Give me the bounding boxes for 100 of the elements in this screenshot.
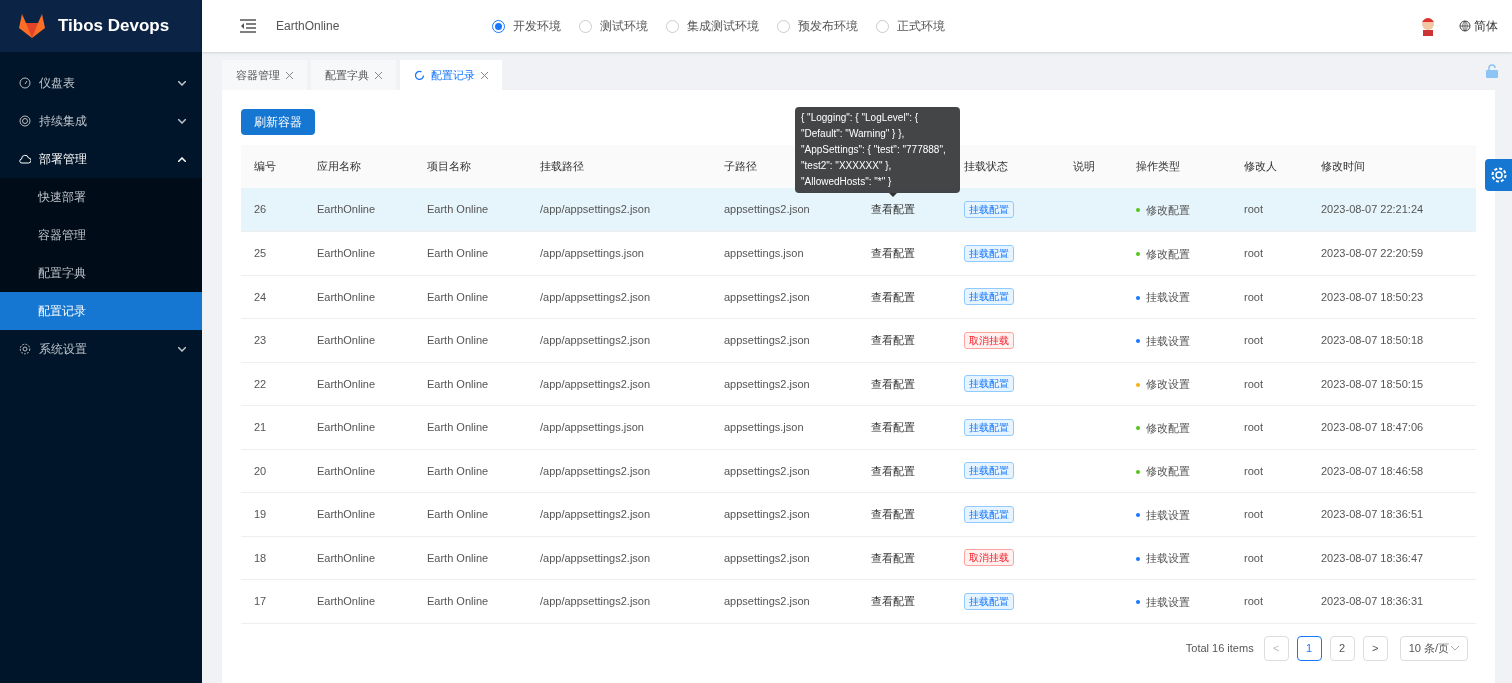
table-cell: root [1244, 247, 1263, 259]
table-cell: 20 [254, 464, 267, 477]
column-header: 子路径 [724, 160, 757, 173]
table-row[interactable]: 25 EarthOnline Earth Online /app/appsettings.json appsettings.json 查看配置 挂载配置 修改配置 root 2023-08-07 22:20:59 [241, 231, 1476, 275]
page-tab[interactable]: 配置记录 [400, 60, 502, 90]
environment-radio[interactable]: 开发环境 [492, 17, 561, 35]
table-cell: 2023-08-07 18:36:51 [1321, 508, 1424, 520]
column-header: 应用名称 [317, 160, 361, 173]
table-cell: 2023-08-07 18:50:23 [1321, 290, 1424, 303]
table-cell: /app/appsettings.json [540, 421, 644, 433]
table-cell: appsettings2.json [724, 290, 810, 303]
operation-type: 修改配置 [1146, 464, 1190, 480]
chevron-down-icon [1451, 645, 1459, 651]
table-cell: Earth Online [427, 247, 489, 259]
status-tag: 挂载配置 [964, 375, 1014, 393]
table-cell: 2023-08-07 22:21:24 [1321, 203, 1424, 216]
sidebar-menu-item[interactable]: 系统设置 [0, 330, 202, 368]
page-button[interactable]: 2 [1329, 635, 1355, 661]
page-button[interactable]: 1 [1296, 635, 1322, 661]
view-config-link[interactable]: 查看配置 [871, 334, 915, 346]
view-config-link[interactable]: 查看配置 [871, 421, 915, 433]
table-cell: appsettings2.json [724, 203, 810, 216]
view-config-link[interactable]: 查看配置 [871, 551, 915, 564]
column-header: 项目名称 [427, 160, 471, 173]
table-cell: /app/appsettings2.json [540, 203, 651, 216]
gauge-icon [19, 77, 31, 89]
chevron-icon [178, 80, 186, 86]
table-cell: Earth Online [427, 377, 489, 390]
environment-radio[interactable]: 预发布环境 [777, 17, 858, 35]
table-cell: EarthOnline [317, 595, 376, 607]
page-tab[interactable]: 容器管理 [222, 60, 307, 90]
sidebar-menu-item[interactable]: 仪盘表 [0, 64, 202, 102]
page-size-select[interactable]: 10 条/页 [1399, 635, 1468, 661]
table-cell: 26 [254, 203, 267, 216]
close-icon[interactable] [286, 71, 293, 79]
table-cell: 24 [254, 290, 267, 303]
table-cell: appsettings2.json [724, 334, 810, 346]
environment-radio[interactable]: 正式环境 [876, 17, 945, 35]
sidebar-submenu-item[interactable]: 快速部署 [0, 178, 202, 216]
app-title: Tibos Devops [58, 15, 170, 38]
status-tag: 挂载配置 [964, 244, 1014, 262]
table-row[interactable]: 20 EarthOnline Earth Online /app/appsettings2.json appsettings2.json 查看配置 挂载配置 修改配置 root 2023-08-07 18:46:58 [241, 449, 1476, 493]
column-header: 说明 [1073, 160, 1095, 173]
fox-logo-icon [18, 13, 46, 39]
table-row[interactable]: 24 EarthOnline Earth Online /app/appsettings2.json appsettings2.json 查看配置 挂载配置 挂载设置 root 2023-08-07 18:50:23 [241, 275, 1476, 319]
table-row[interactable]: 22 EarthOnline Earth Online /app/appsettings2.json appsettings2.json 查看配置 挂载配置 修改设置 root 2023-08-07 18:50:15 [241, 362, 1476, 406]
column-header: 修改人 [1244, 160, 1277, 173]
view-config-link[interactable]: 查看配置 [871, 203, 915, 216]
table-cell: /app/appsettings2.json [540, 464, 651, 477]
language-selector[interactable]: 简体 [1474, 17, 1498, 35]
sidebar-submenu-item[interactable]: 容器管理 [0, 216, 202, 254]
table-cell: EarthOnline [317, 508, 376, 520]
table-row[interactable]: 17 EarthOnline Earth Online /app/appsettings2.json appsettings2.json 查看配置 挂载配置 挂载设置 root 2023-08-07 18:36:31 [241, 579, 1476, 623]
table-cell: root [1244, 421, 1263, 433]
table-cell: /app/appsettings2.json [540, 377, 651, 390]
refresh-icon [414, 69, 425, 81]
view-config-link[interactable]: 查看配置 [871, 464, 915, 477]
close-icon[interactable] [481, 71, 488, 79]
operation-type: 挂载设置 [1146, 551, 1190, 567]
close-icon[interactable] [375, 71, 382, 79]
table-row[interactable]: 19 EarthOnline Earth Online /app/appsettings2.json appsettings2.json 查看配置 挂载配置 挂载设置 root 2023-08-07 18:36:51 [241, 492, 1476, 536]
operation-type: 挂载设置 [1146, 507, 1190, 523]
chevron-icon [178, 346, 186, 352]
table-cell: /app/appsettings2.json [540, 595, 651, 607]
view-config-link[interactable]: 查看配置 [871, 290, 915, 303]
sidebar-menu-item[interactable]: 部署管理 [0, 140, 202, 178]
table-cell: EarthOnline [317, 421, 376, 433]
operation-type: 修改配置 [1146, 246, 1190, 262]
table-cell: root [1244, 551, 1263, 564]
settings-float-button[interactable] [1485, 159, 1512, 191]
table-cell: root [1244, 377, 1263, 390]
menu-collapse-icon[interactable] [240, 19, 256, 33]
table-cell: EarthOnline [317, 334, 376, 346]
table-cell: /app/appsettings2.json [540, 551, 651, 564]
table-row[interactable]: 26 EarthOnline Earth Online /app/appsettings2.json appsettings2.json 查看配置 挂载配置 修改配置 root 2023-08-07 22:21:24 [241, 188, 1476, 232]
column-header: 修改时间 [1321, 160, 1365, 173]
view-config-link[interactable]: 查看配置 [871, 508, 915, 520]
refresh-button[interactable]: 刷新容器 [241, 109, 315, 135]
table-row[interactable]: 18 EarthOnline Earth Online /app/appsettings2.json appsettings2.json 查看配置 取消挂载 挂载设置 root 2023-08-07 18:36:47 [241, 536, 1476, 580]
view-config-link[interactable]: 查看配置 [871, 595, 915, 607]
environment-radio[interactable]: 测试环境 [579, 17, 648, 35]
table-cell: EarthOnline [317, 290, 376, 303]
next-page-button[interactable]: > [1362, 635, 1388, 661]
table-row[interactable]: 23 EarthOnline Earth Online /app/appsettings2.json appsettings2.json 查看配置 取消挂载 挂载设置 root 2023-08-07 18:50:18 [241, 318, 1476, 362]
sidebar-menu-item[interactable]: 持续集成 [0, 102, 202, 140]
view-config-link[interactable]: 查看配置 [871, 377, 915, 390]
globe-icon [1459, 20, 1471, 32]
status-tag: 挂载配置 [964, 505, 1014, 523]
sidebar-submenu-item[interactable]: 配置记录 [0, 292, 202, 330]
environment-radio[interactable]: 集成测试环境 [666, 17, 759, 35]
table-cell: root [1244, 508, 1263, 520]
table-cell: /app/appsettings2.json [540, 334, 651, 346]
table-cell: 2023-08-07 18:46:58 [1321, 464, 1424, 477]
view-config-link[interactable]: 查看配置 [871, 247, 915, 259]
table-cell: root [1244, 595, 1263, 607]
page-tab[interactable]: 配置字典 [311, 60, 396, 90]
sidebar-submenu-item[interactable]: 配置字典 [0, 254, 202, 292]
table-cell: 22 [254, 377, 267, 390]
avatar-icon[interactable] [1419, 16, 1437, 36]
table-row[interactable]: 21 EarthOnline Earth Online /app/appsettings.json appsettings.json 查看配置 挂载配置 修改配置 root 2023-08-07 18:47:06 [241, 405, 1476, 449]
